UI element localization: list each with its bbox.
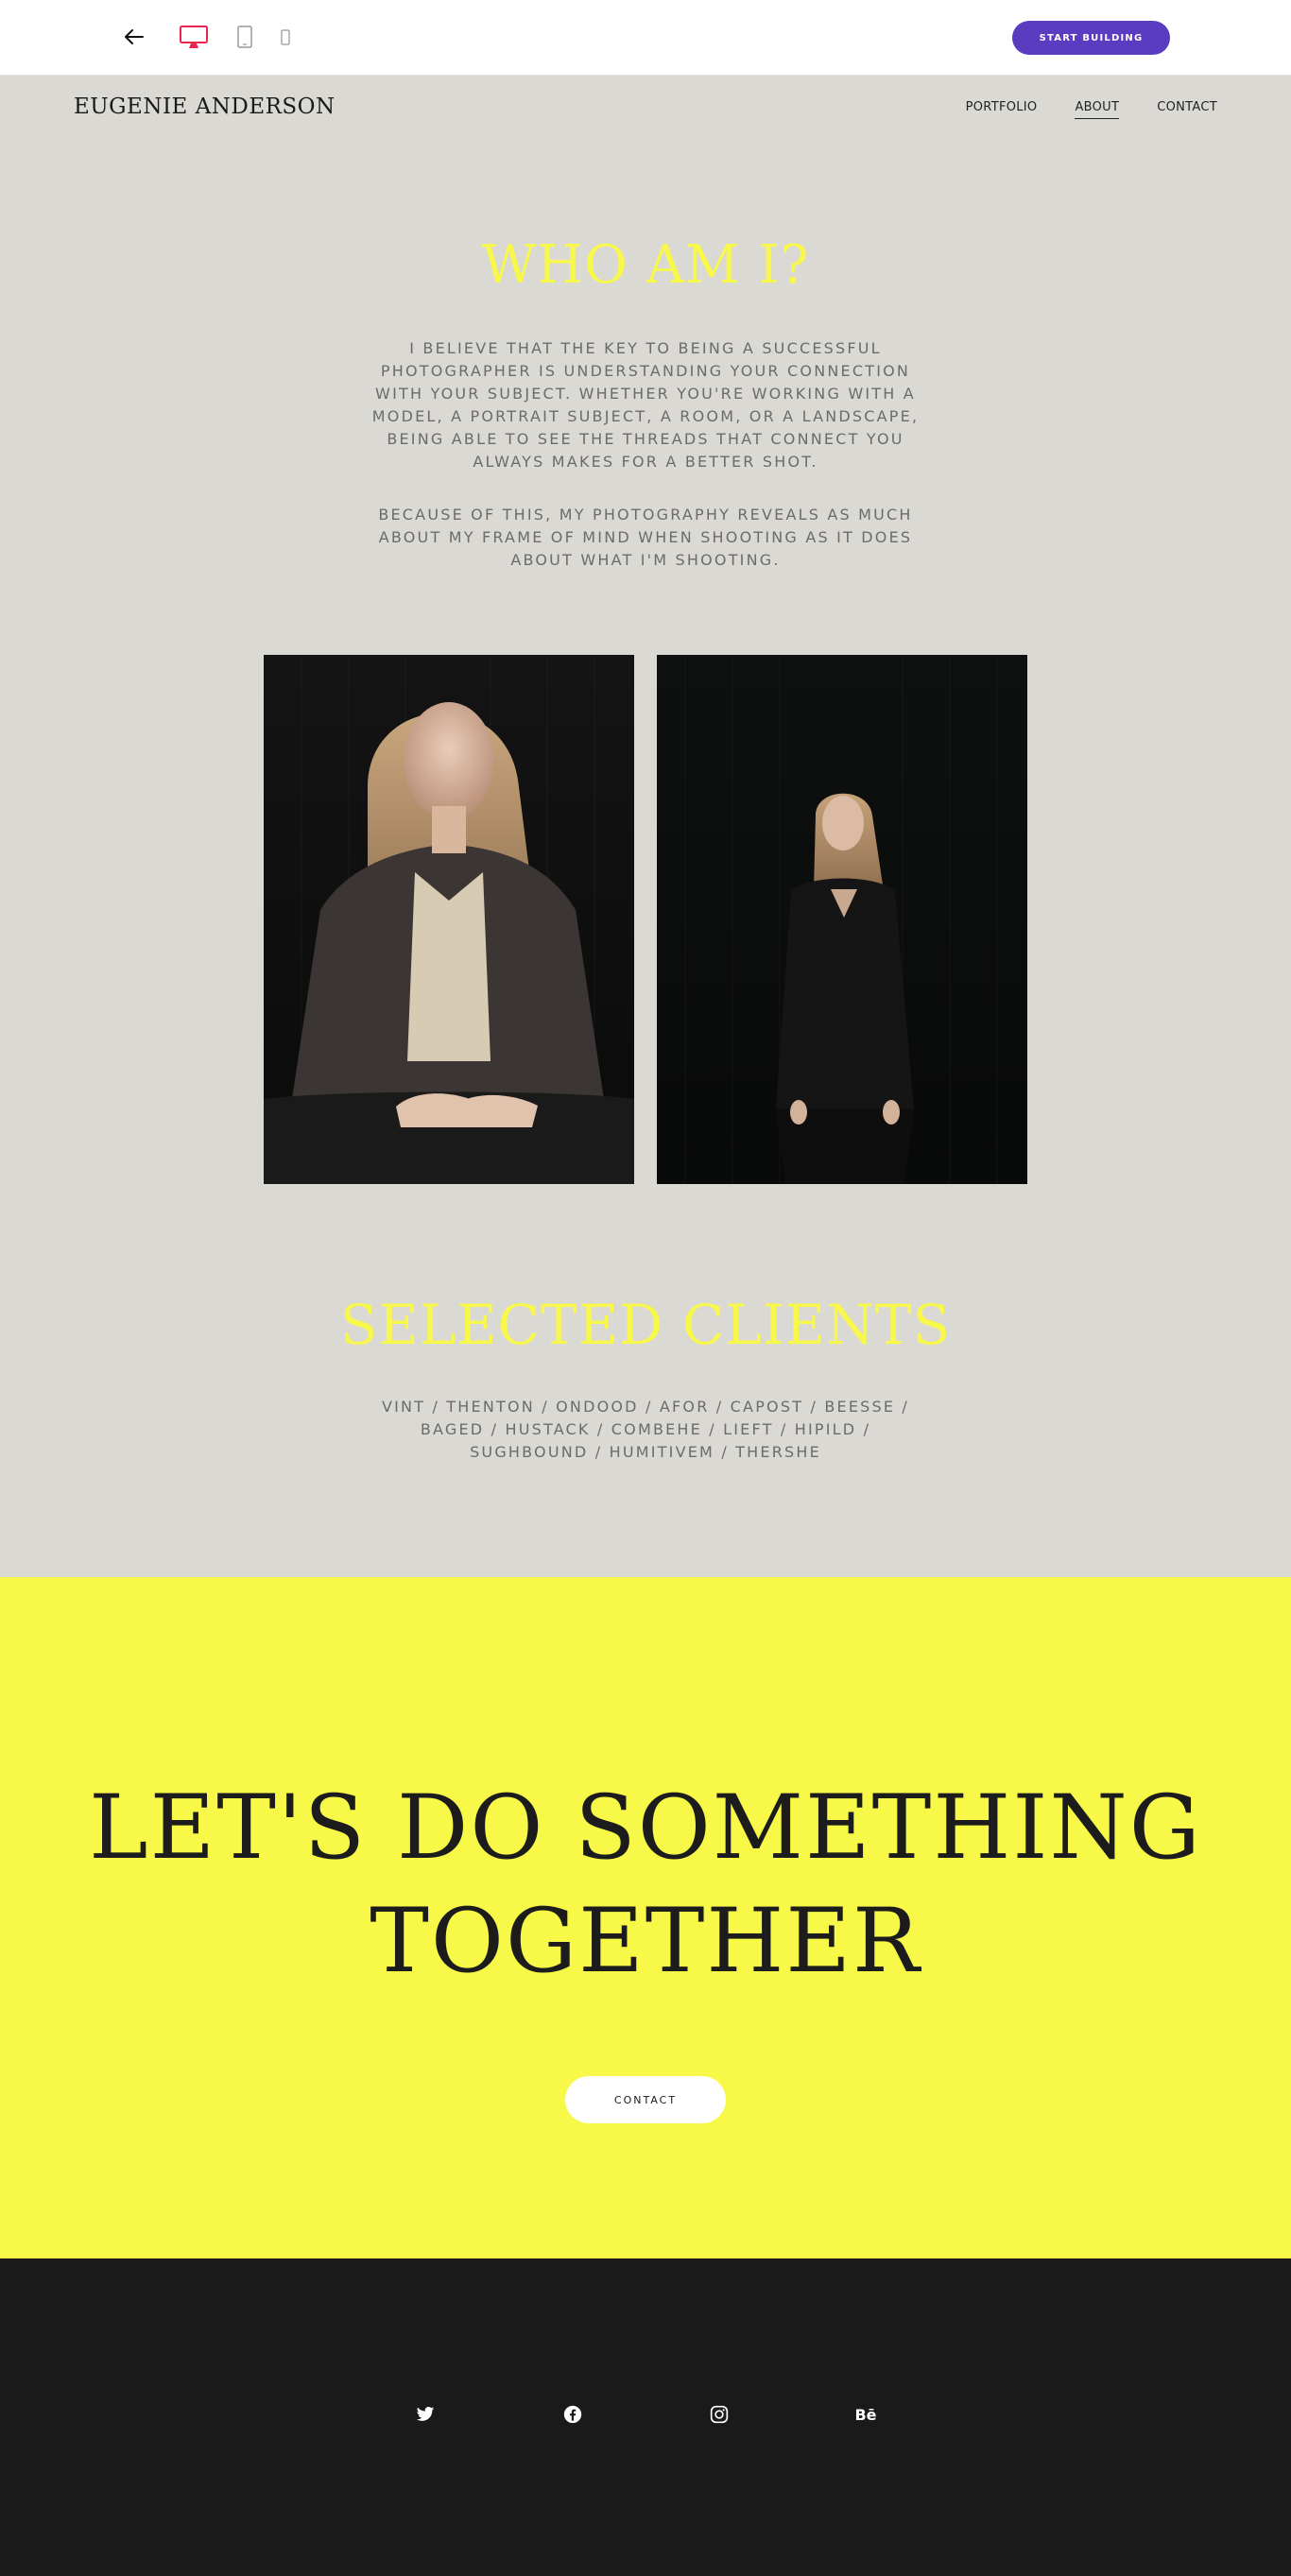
behance-icon[interactable]: Bē (854, 2403, 877, 2426)
portrait-standing-image (657, 655, 1027, 1184)
tablet-icon[interactable] (234, 21, 255, 53)
cta-title-line-2: TOGETHER (370, 1890, 921, 1993)
clients-list: VINT / THENTON / ONDOOD / AFOR / CAPOST … (381, 1398, 910, 1461)
twitter-icon[interactable] (414, 2403, 437, 2426)
contact-button[interactable]: CONTACT (565, 2076, 726, 2123)
arrow-left-icon[interactable] (121, 24, 147, 50)
start-building-button[interactable]: START BUILDING (1012, 21, 1170, 55)
site-header: EUGENIE ANDERSON PORTFOLIO ABOUT CONTACT (0, 76, 1291, 142)
about-paragraph-1: I BELIEVE THAT THE KEY TO BEING A SUCCES… (371, 339, 920, 471)
instagram-icon[interactable] (708, 2403, 731, 2426)
page-title: WHO AM I? (481, 234, 810, 296)
builder-toolbar: START BUILDING (0, 0, 1291, 76)
facebook-icon[interactable] (561, 2403, 584, 2426)
about-paragraph-2: BECAUSE OF THIS, MY PHOTOGRAPHY REVEALS … (378, 506, 913, 569)
cta-title-line-1: LET'S DO SOMETHING (89, 1777, 1202, 1880)
portrait-seated-image (264, 655, 634, 1184)
nav-contact[interactable]: CONTACT (1157, 100, 1217, 119)
site-brand[interactable]: EUGENIE ANDERSON (74, 94, 336, 119)
desktop-icon[interactable] (178, 21, 210, 53)
cta-section: LET'S DO SOMETHING TOGETHER CONTACT (0, 1577, 1291, 2258)
mobile-icon[interactable] (278, 21, 293, 53)
clients-title: SELECTED CLIENTS (339, 1293, 952, 1357)
main-nav: PORTFOLIO ABOUT CONTACT (966, 100, 1217, 119)
nav-about[interactable]: ABOUT (1075, 100, 1120, 119)
site-footer: Bē (0, 2258, 1291, 2576)
nav-portfolio[interactable]: PORTFOLIO (966, 100, 1038, 119)
cta-title: LET'S DO SOMETHING TOGETHER (0, 1772, 1291, 1999)
